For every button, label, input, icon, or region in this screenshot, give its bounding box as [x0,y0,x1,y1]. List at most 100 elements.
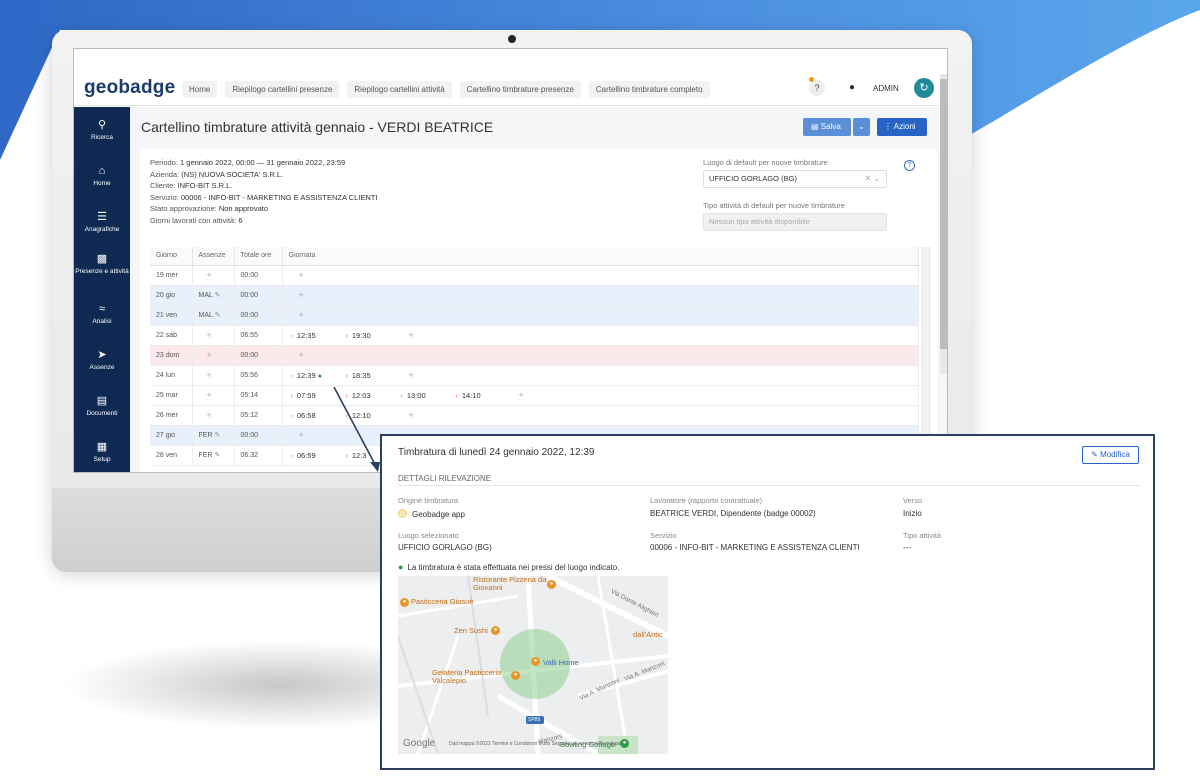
cell-punches: › 12:39 ● ‹ 18:35 + [282,365,919,386]
add-punch-icon[interactable]: + [409,370,414,380]
edit-button[interactable]: ✎ Modifica [1082,446,1139,464]
restaurant-pin-icon: ● [491,626,500,635]
punch-entry[interactable]: › 06:58 [283,411,338,420]
table-row[interactable]: 22 sab + 06:55 › 12:35 ‹ 19:30 + [150,325,919,346]
restaurant-pin-icon: ● [511,671,520,680]
sidebar-item-analisi[interactable]: ≈ Analisi [74,303,130,325]
nav-riepilogo-presenze[interactable]: Riepilogo cartellini presenze [225,81,340,98]
bowling-pin-icon: ● [620,739,629,748]
cell-punches: › 06:58 ‹ 12:10 + [282,405,919,426]
add-punch-icon[interactable]: + [299,350,304,360]
add-punch-icon[interactable]: + [299,290,304,300]
add-absence-icon[interactable]: + [207,370,212,380]
edit-icon[interactable]: ✎ [214,432,220,439]
edit-icon[interactable]: ✎ [215,292,221,299]
geobadge-logo[interactable]: geobadge [84,77,175,99]
sidebar-item-home[interactable]: ⌂ Home [74,165,130,187]
edit-icon[interactable]: ✎ [214,452,220,459]
add-punch-icon[interactable]: + [519,390,524,400]
add-absence-icon[interactable]: + [207,390,212,400]
sidebar-item-ricerca[interactable]: ⚲ Ricerca [74,119,130,141]
map-place-valli-home: Valli Home [543,658,579,667]
sidebar-item-anagrafiche[interactable]: ☰ Anagrafiche [74,211,130,233]
nav-riepilogo-attivita[interactable]: Riepilogo cartellini attività [347,81,452,98]
map-footer[interactable]: Dati mappa ©2022 Termini e Condizioni d'… [449,741,620,747]
table-row[interactable]: 26 mer + 05:12 › 06:58 ‹ 12:10 + [150,405,919,426]
section-title: DETTAGLI RILEVAZIONE [398,474,492,483]
sidebar: ⚲ Ricerca ⌂ Home ☰ Anagrafiche ▩ Presenz… [74,107,130,472]
location-pin-icon[interactable]: ● [318,373,322,380]
cell-punches: + [282,265,919,286]
home-pin-icon: ● [531,657,540,666]
table-row[interactable]: 21 ven MAL ✎ 00:00 + [150,305,919,326]
home-icon: ⌂ [98,165,106,177]
google-logo: Google [403,738,436,749]
cell-absence: + [192,265,235,286]
toolbox-icon: ▦ [96,441,108,453]
nav-cartellino-presenze[interactable]: Cartellino timbrature presenze [459,81,581,98]
punch-entry[interactable]: › 12:39 ● [283,371,338,380]
punch-entry[interactable]: › 06:59 [283,451,338,460]
sidebar-item-assenze[interactable]: ➤ Assenze [74,349,130,371]
table-row[interactable]: 25 mar + 05:14 › 07:59 ‹ 12:03 › 13:00 ‹ 14:10 + [150,385,919,406]
save-dropdown-button[interactable]: ⌄ [853,118,870,136]
add-punch-icon[interactable]: + [409,330,414,340]
add-absence-icon[interactable]: + [207,330,212,340]
user-name[interactable]: ADMIN [873,84,899,93]
page-scrollbar-thumb[interactable] [940,79,947,349]
punch-entry[interactable]: › 07:59 [283,391,338,400]
origin-value: Geobadge app [398,509,465,519]
edit-icon[interactable]: ✎ [215,312,221,319]
cell-punches: + [282,345,919,366]
plane-icon: ➤ [97,349,107,361]
table-row[interactable]: 24 lun + 05:56 › 12:39 ● ‹ 18:35 + [150,365,919,386]
punch-entry[interactable]: ‹ 12:03 [338,391,393,400]
table-row[interactable]: 20 gio MAL ✎ 00:00 + [150,285,919,306]
punch-entry[interactable]: ‹ 18:35 [338,371,393,380]
punch-entry[interactable]: ‹ 14:10 [448,391,503,400]
timecard-info: Periodo: 1 gennaio 2022, 00:00 — 31 genn… [150,158,378,225]
add-absence-icon[interactable]: + [207,410,212,420]
nav-home[interactable]: Home [182,81,218,98]
refresh-icon[interactable]: ↻ [914,78,934,98]
help-button[interactable]: ? [809,80,825,96]
punch-entry[interactable]: › 12:35 [283,331,338,340]
table-row[interactable]: 23 dom + 00:00 + [150,345,919,366]
page-title: Cartellino timbrature attività gennaio -… [141,119,494,135]
add-absence-icon[interactable]: + [207,350,212,360]
default-activity-select[interactable]: Nessun tipo attività disponibile [703,213,887,231]
add-punch-icon[interactable]: + [299,430,304,440]
restaurant-pin-icon: ● [400,598,409,607]
col-giorno: Giorno [150,247,193,266]
sidebar-item-documenti[interactable]: ▤ Documenti [74,395,130,417]
actions-button[interactable]: ⋮ Azioni [877,118,927,136]
table-row[interactable]: 19 mer + 00:00 + [150,265,919,286]
punch-entry[interactable]: ‹ 12:10 [338,411,393,420]
cell-total: 05:12 [234,405,283,426]
cell-absence: + [192,405,235,426]
save-button[interactable]: ▤ Salva [803,118,851,136]
punch-entry[interactable]: › 13:00 [393,391,448,400]
out-arrow-icon: ‹ [345,373,348,380]
nav-cartellino-completo[interactable]: Cartellino timbrature completo [588,81,710,98]
map-place-pasticceria: Pasticceria Giosuè [411,597,474,606]
main-nav: Home Riepilogo cartellini presenze Riepi… [182,81,710,98]
cell-absence: + [192,325,235,346]
add-punch-icon[interactable]: + [299,310,304,320]
add-punch-icon[interactable]: + [409,410,414,420]
help-circle-icon[interactable]: ? [904,160,915,171]
add-punch-icon[interactable]: + [299,270,304,280]
cell-day: 19 mer [150,265,193,286]
sidebar-item-setup[interactable]: ▦ Setup [74,441,130,463]
cell-day: 28 ven [150,445,193,466]
sidebar-item-presenze[interactable]: ▩ Presenze e attività [74,253,130,275]
default-location-select[interactable]: UFFICIO GORLAGO (BG) ✕ ⌄ [703,170,887,188]
out-arrow-icon: ‹ [345,393,348,400]
in-arrow-icon: › [290,393,293,400]
add-absence-icon[interactable]: + [207,270,212,280]
cell-day: 23 dom [150,345,193,366]
cell-punches: › 12:35 ‹ 19:30 + [282,325,919,346]
location-map[interactable]: Ristorante Pizzeria da Giovanni ● ● Past… [398,576,668,754]
direction-value: Inizio [903,509,922,518]
punch-entry[interactable]: ‹ 19:30 [338,331,393,340]
